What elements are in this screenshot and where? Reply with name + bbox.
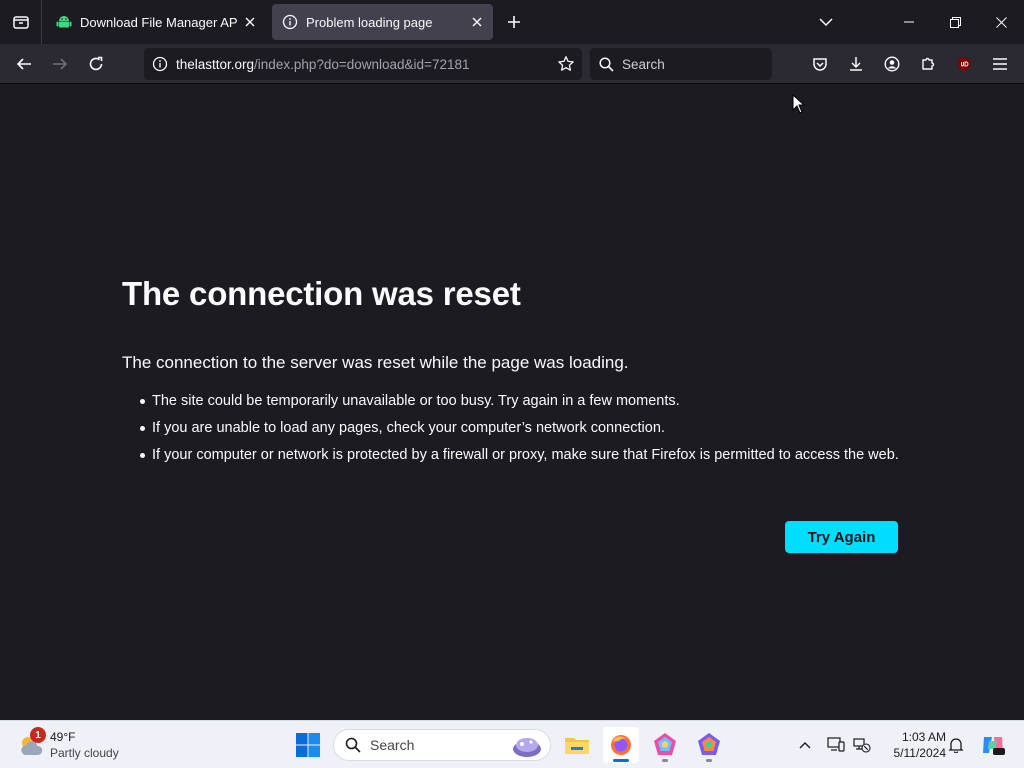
file-explorer-app[interactable] <box>559 727 595 763</box>
colorful-app-icon <box>654 733 676 755</box>
error-title: The connection was reset <box>122 275 521 312</box>
show-hidden-icons-button[interactable] <box>793 729 817 761</box>
ublock-origin-button[interactable] <box>948 48 980 80</box>
firefox-icon <box>611 735 631 755</box>
url-path: /index.php?do=download&id=72181 <box>254 56 470 72</box>
list-item: The site could be temporarily unavailabl… <box>122 391 902 411</box>
account-icon <box>884 56 900 72</box>
navigation-toolbar: thelasttor.org/index.php?do=download&id=… <box>0 44 1024 84</box>
bell-icon <box>948 738 964 753</box>
site-info-icon[interactable] <box>144 48 176 80</box>
extensions-button[interactable] <box>912 48 944 80</box>
network-disconnected-icon <box>853 738 871 753</box>
address-bar[interactable]: thelasttor.org/index.php?do=download&id=… <box>144 48 582 80</box>
clock-date: 5/11/2024 <box>893 746 947 760</box>
search-icon <box>590 48 622 80</box>
list-all-tabs-button[interactable] <box>803 0 849 44</box>
list-item: If your computer or network is protected… <box>122 445 902 465</box>
pinned-app-2[interactable] <box>691 727 727 763</box>
tab-title: Problem loading page <box>306 14 433 30</box>
folder-icon <box>565 738 589 754</box>
windows-start-icon[interactable] <box>294 731 322 759</box>
running-app-indicator <box>662 759 668 762</box>
list-item: If you are unable to load any pages, che… <box>122 418 902 438</box>
tab-overview-button[interactable] <box>0 0 42 44</box>
chevron-down-icon <box>819 18 833 26</box>
weather-widget[interactable]: 1 49°F Partly cloudy <box>16 727 146 763</box>
pocket-button[interactable] <box>804 48 836 80</box>
downloads-button[interactable] <box>840 48 872 80</box>
notifications-button[interactable] <box>944 729 968 761</box>
forward-button[interactable] <box>44 48 76 80</box>
back-button[interactable] <box>8 48 40 80</box>
android-icon <box>56 14 72 30</box>
clock-time: 1:03 AM <box>901 730 946 744</box>
copilot-icon <box>983 737 1005 755</box>
close-icon <box>995 16 1007 28</box>
error-page: The connection was reset The connection … <box>0 85 1024 720</box>
plus-icon <box>508 16 520 28</box>
running-app-indicator <box>706 759 712 762</box>
weather-condition: Partly cloudy <box>50 746 119 760</box>
colorful-app-icon <box>698 733 720 755</box>
restore-icon <box>949 16 961 28</box>
close-tab-icon[interactable] <box>238 10 262 34</box>
hamburger-menu-icon <box>993 58 1007 70</box>
error-description: The connection to the server was reset w… <box>122 353 629 372</box>
taskbar-search[interactable]: Search <box>333 729 551 761</box>
firefox-app[interactable] <box>603 727 639 763</box>
reload-icon <box>89 56 103 71</box>
weather-temperature: 49°F <box>50 730 76 744</box>
active-app-indicator <box>613 759 629 762</box>
reload-button[interactable] <box>80 48 112 80</box>
error-suggestions-list: The site could be temporarily unavailabl… <box>122 391 902 472</box>
close-window-button[interactable] <box>978 0 1024 44</box>
puzzle-icon <box>922 57 935 70</box>
taskbar: 1 49°F Partly cloudy Search 1:03 AM 5/11… <box>0 720 1024 768</box>
taskbar-search-placeholder: Search <box>370 737 415 753</box>
bookmark-star-icon[interactable] <box>554 52 578 76</box>
new-tab-button[interactable] <box>502 10 526 34</box>
copilot-button[interactable] <box>978 729 1008 761</box>
device-tray-icon-button[interactable] <box>824 729 848 761</box>
search-highlight-icon <box>513 738 541 757</box>
search-placeholder: Search <box>622 56 665 72</box>
url-host: thelasttor.org <box>176 56 255 72</box>
tab-download-file-manager[interactable]: Download File Manager APK - L <box>46 4 266 40</box>
phone-link-icon <box>827 737 845 752</box>
close-tab-icon[interactable] <box>465 10 489 34</box>
minimize-button[interactable] <box>886 0 932 44</box>
tab-strip: Download File Manager APK - L Problem lo… <box>0 0 1024 44</box>
chevron-up-icon <box>799 742 811 749</box>
minimize-icon <box>904 21 914 23</box>
app-menu-button[interactable] <box>984 48 1016 80</box>
download-icon <box>850 57 862 71</box>
notification-badge: 1 <box>30 727 46 743</box>
search-bar[interactable]: Search <box>590 48 772 80</box>
search-icon <box>345 737 361 753</box>
system-clock[interactable]: 1:03 AM 5/11/2024 <box>880 729 947 761</box>
tab-title: Download File Manager APK - L <box>80 14 238 30</box>
info-icon <box>282 14 298 30</box>
pinned-app-1[interactable] <box>647 727 683 763</box>
forward-arrow-icon <box>53 58 68 70</box>
try-again-button[interactable]: Try Again <box>785 521 898 553</box>
mouse-cursor-icon <box>792 94 806 114</box>
network-status-button[interactable] <box>850 729 874 761</box>
pocket-icon <box>813 58 827 71</box>
tab-problem-loading-page[interactable]: Problem loading page <box>272 4 493 40</box>
ublock-origin-icon <box>958 57 970 71</box>
account-button[interactable] <box>876 48 908 80</box>
tab-list-icon <box>12 16 29 29</box>
back-arrow-icon <box>16 58 31 70</box>
restore-button[interactable] <box>932 0 978 44</box>
